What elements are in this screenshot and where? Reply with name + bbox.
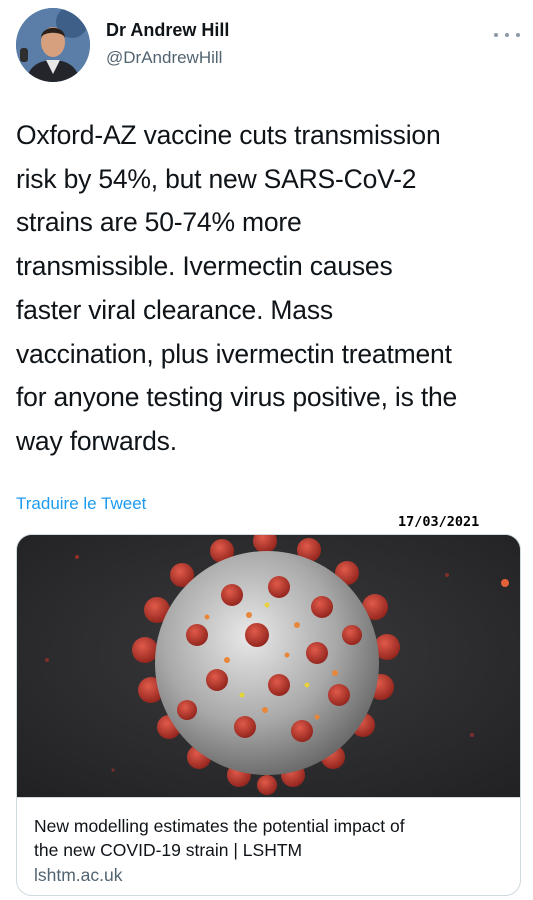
tweet-text: Oxford-AZ vaccine cuts transmission risk… bbox=[16, 114, 522, 464]
more-dots-icon[interactable] bbox=[494, 30, 520, 40]
tweet-text-line: Oxford-AZ vaccine cuts transmission bbox=[16, 120, 441, 150]
card-title-line: the new COVID-19 strain | LSHTM bbox=[34, 840, 303, 860]
author-name[interactable]: Dr Andrew Hill bbox=[106, 20, 229, 41]
card-body: New modelling estimates the potential im… bbox=[17, 797, 520, 885]
card-image bbox=[17, 535, 520, 797]
tweet: Dr Andrew Hill @DrAndrewHill Oxford-AZ v… bbox=[0, 0, 533, 900]
tweet-text-line: for anyone testing virus positive, is th… bbox=[16, 382, 458, 413]
tweet-text-line: risk by 54%, but new SARS-CoV-2 bbox=[16, 163, 417, 194]
card-domain[interactable]: lshtm.ac.uk bbox=[34, 865, 123, 886]
link-card[interactable]: New modelling estimates the potential im… bbox=[16, 534, 521, 896]
translate-tweet-link[interactable]: Traduire le Tweet bbox=[16, 494, 146, 514]
dot bbox=[516, 33, 520, 37]
author-handle[interactable]: @DrAndrewHill bbox=[106, 48, 222, 68]
tweet-text-line: strains are 50-74% more bbox=[16, 207, 302, 238]
tweet-text-line: way forwards. bbox=[16, 425, 177, 456]
avatar[interactable] bbox=[16, 8, 90, 82]
dot bbox=[494, 33, 498, 37]
card-title[interactable]: New modelling estimates the potential im… bbox=[34, 814, 514, 862]
date-stamp: 17/03/2021 bbox=[398, 514, 480, 530]
tweet-text-line: vaccination, plus ivermectin treatment bbox=[16, 338, 452, 369]
card-title-line: New modelling estimates the potential im… bbox=[34, 816, 405, 836]
dot bbox=[505, 33, 509, 37]
tweet-text-line: transmissible. Ivermectin causes bbox=[16, 251, 393, 282]
tweet-text-line: faster viral clearance. Mass bbox=[16, 294, 333, 325]
